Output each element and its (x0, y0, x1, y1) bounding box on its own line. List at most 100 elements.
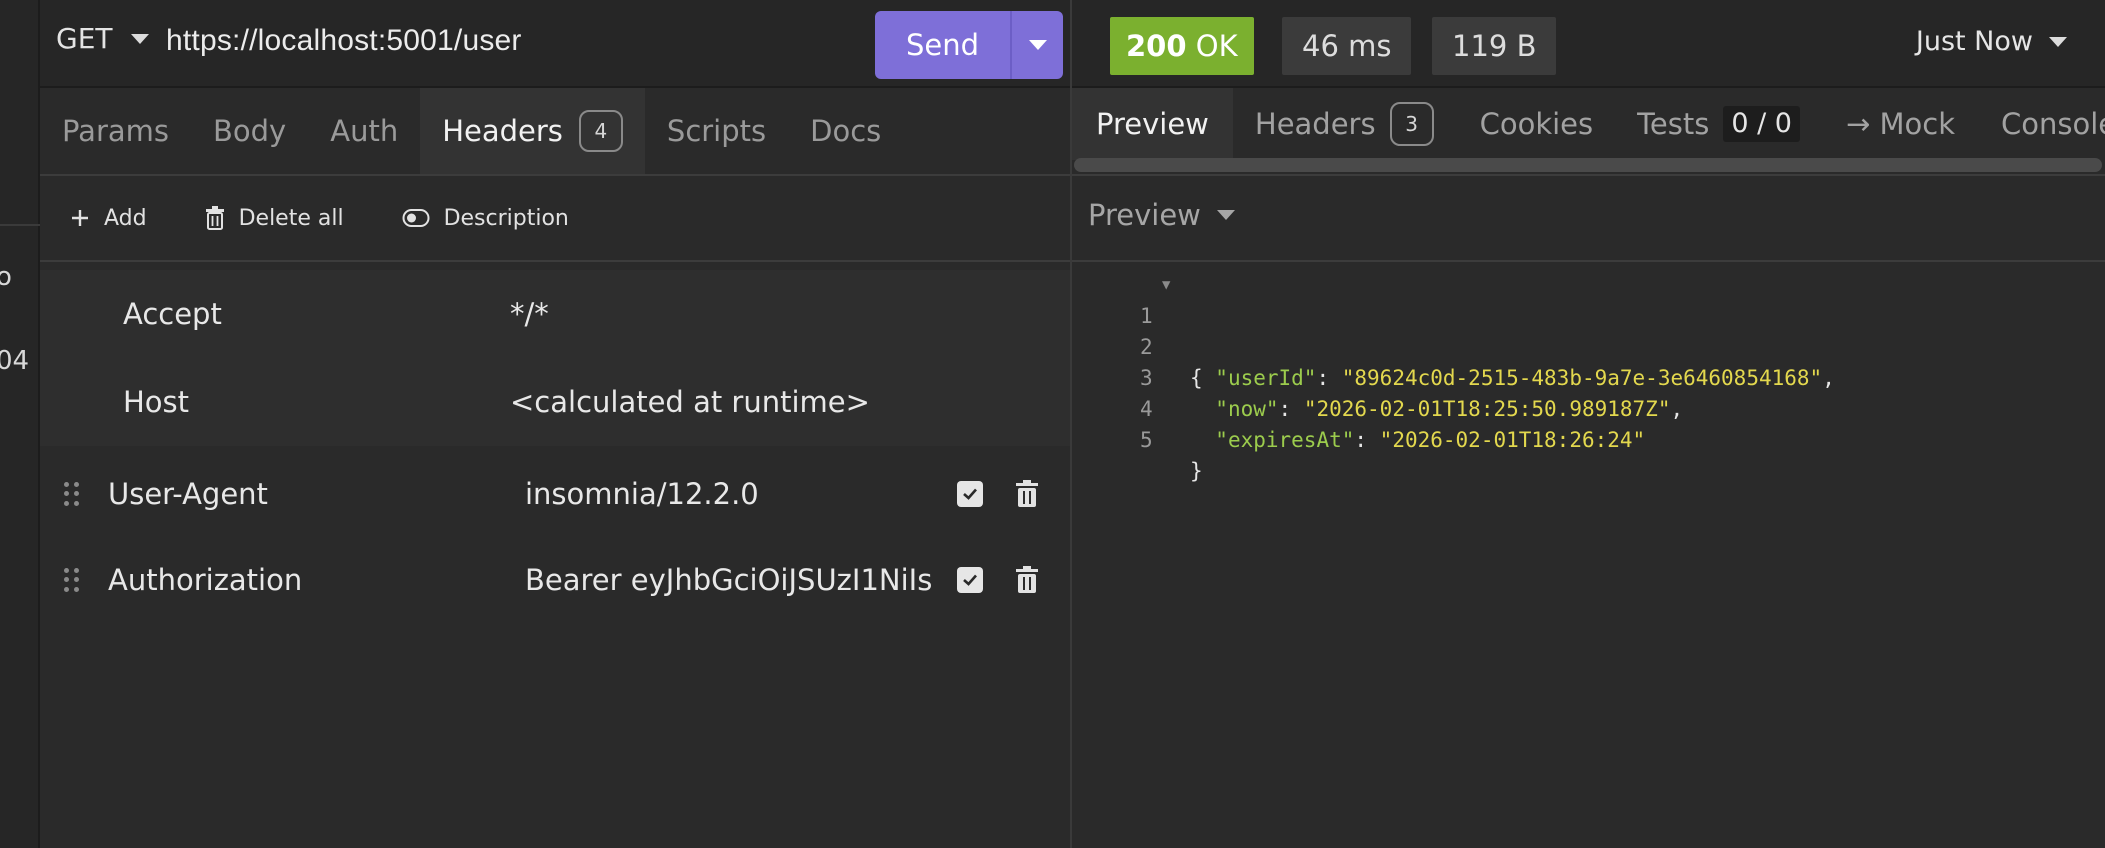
method-select[interactable]: GET (56, 22, 149, 55)
header-name: Host (123, 385, 190, 419)
json-key: "expiresAt" (1215, 428, 1355, 452)
checkmark-icon (963, 574, 977, 586)
drag-handle-icon[interactable] (64, 482, 80, 506)
tab-label: Console (2001, 107, 2105, 141)
code-text: } (1190, 459, 1203, 483)
header-value-input[interactable]: insomnia/12.2.0 (525, 477, 935, 511)
code-line: 2 "userId": "89624c0d-2515-483b-9a7e-3e6… (1072, 301, 2105, 390)
response-status-bar: 200 OK 46 ms 119 B Just Now (1072, 0, 2105, 88)
header-row: User-Agent insomnia/12.2.0 (40, 450, 1070, 538)
preview-mode-select[interactable]: Preview (1088, 198, 1235, 232)
request-pane: GET https://localhost:5001/user Send Par… (40, 0, 1070, 848)
history-label: Just Now (1915, 26, 2033, 57)
checkmark-icon (963, 488, 977, 500)
trash-icon (205, 206, 224, 230)
url-bar: GET https://localhost:5001/user Send (40, 0, 1070, 88)
tab-label: Body (213, 114, 287, 148)
fold-arrow-icon[interactable]: ▼ (1162, 270, 1170, 301)
response-body-viewer[interactable]: 1 ▼ { 2 "userId": "89624c0d-2515-483b-9a… (1072, 270, 2105, 483)
chevron-down-icon (1028, 40, 1047, 50)
tab-label: Headers (1254, 107, 1376, 141)
add-header-button[interactable]: Add (70, 206, 147, 231)
code-line: 1 ▼ { (1072, 270, 2105, 390)
divider (1072, 260, 2105, 262)
delete-header-icon[interactable] (1015, 480, 1039, 508)
chevron-down-icon (1216, 210, 1235, 220)
drag-handle-icon[interactable] (64, 568, 80, 592)
header-enabled-checkbox[interactable] (957, 567, 983, 593)
history-select[interactable]: Just Now (1916, 26, 2067, 57)
code-line: 5 } (1072, 394, 2105, 483)
insomnia-window: o 04 GET https://localhost:5001/user Sen… (0, 0, 2105, 848)
response-time: 46 ms (1282, 17, 1412, 75)
delete-all-button[interactable]: Delete all (205, 206, 344, 231)
tab-cookies[interactable]: Cookies (1456, 88, 1616, 160)
sidebar-fragment: o (0, 262, 12, 292)
toggle-icon (402, 209, 430, 227)
send-options-button[interactable] (1012, 11, 1063, 79)
sidebar-divider (0, 0, 40, 226)
header-value-input[interactable]: Bearer eyJhbGciOiJSUzI1NiIsI (525, 563, 935, 597)
sidebar-fragment: 04 (0, 346, 30, 376)
tab-label: Cookies (1479, 107, 1594, 141)
response-headers-count-badge: 3 (1389, 102, 1434, 146)
chevron-down-icon (2049, 36, 2067, 47)
header-enabled-checkbox[interactable] (957, 481, 983, 507)
code-line: 3 "now": "2026-02-01T18:25:50.989187Z", (1072, 332, 2105, 421)
headers-count-badge: 4 (578, 110, 623, 152)
header-value: <calculated at runtime> (510, 385, 870, 419)
tab-headers[interactable]: Headers 4 (420, 88, 645, 174)
status-text: OK (1195, 29, 1238, 63)
status-badge: 200 OK (1110, 17, 1254, 75)
description-toggle[interactable]: Description (402, 206, 569, 231)
headers-toolbar: Add Delete all Description (40, 176, 1070, 262)
tab-label: Params (62, 114, 170, 148)
header-name-input[interactable]: User-Agent (108, 477, 268, 511)
header-row-fixed: Host <calculated at runtime> (40, 358, 1070, 446)
json-string: "2026-02-01T18:26:24" (1379, 428, 1646, 452)
header-name-input[interactable]: Authorization (108, 563, 302, 597)
tab-preview[interactable]: Preview (1072, 88, 1233, 160)
tab-docs[interactable]: Docs (788, 88, 903, 174)
url-input[interactable]: https://localhost:5001/user (166, 24, 522, 58)
send-button[interactable]: Send (875, 11, 1012, 79)
tab-auth[interactable]: Auth (308, 88, 420, 174)
preview-mode-label: Preview (1088, 198, 1201, 232)
delete-all-label: Delete all (238, 205, 344, 231)
tab-scripts[interactable]: Scripts (645, 88, 788, 174)
code-text: "expiresAt": "2026-02-01T18:26:24" (1215, 428, 1646, 452)
send-button-group: Send (875, 11, 1063, 79)
tab-label: → Mock (1845, 107, 1956, 141)
tab-label: Scripts (666, 114, 767, 148)
method-label: GET (56, 22, 113, 55)
status-code: 200 (1126, 29, 1187, 63)
tab-console[interactable]: Console (1977, 88, 2105, 160)
code-line: 4 "expiresAt": "2026-02-01T18:26:24" (1072, 363, 2105, 452)
plus-icon (72, 210, 88, 226)
tab-mock[interactable]: → Mock (1822, 88, 1977, 160)
tab-label: Auth (330, 114, 399, 148)
sidebar-edge: o 04 (0, 0, 40, 848)
add-label: Add (104, 205, 147, 231)
tab-label: Preview (1096, 107, 1209, 141)
header-name: Accept (123, 297, 222, 331)
chevron-down-icon (130, 33, 149, 44)
scrollbar-thumb[interactable] (1074, 158, 2102, 172)
tab-label: Tests (1637, 107, 1710, 141)
tab-label: Docs (810, 114, 882, 148)
tab-response-headers[interactable]: Headers 3 (1233, 88, 1456, 160)
tab-body[interactable]: Body (191, 88, 308, 174)
line-number: 5 (1140, 428, 1153, 452)
tab-tests[interactable]: Tests 0 / 0 (1615, 88, 1822, 160)
tab-params[interactable]: Params (40, 88, 191, 174)
tests-count-badge: 0 / 0 (1723, 106, 1800, 142)
tabs-scrollbar (1072, 156, 2105, 176)
tab-label: Headers (442, 114, 563, 148)
header-row: Authorization Bearer eyJhbGciOiJSUzI1NiI… (40, 536, 1070, 624)
header-value: */* (510, 297, 549, 331)
description-label: Description (443, 205, 569, 231)
response-size: 119 B (1432, 17, 1557, 75)
delete-header-icon[interactable] (1015, 566, 1039, 594)
request-tabs: Params Body Auth Headers 4 Scripts Docs (40, 88, 1070, 176)
header-row-fixed: Accept */* (40, 270, 1070, 358)
